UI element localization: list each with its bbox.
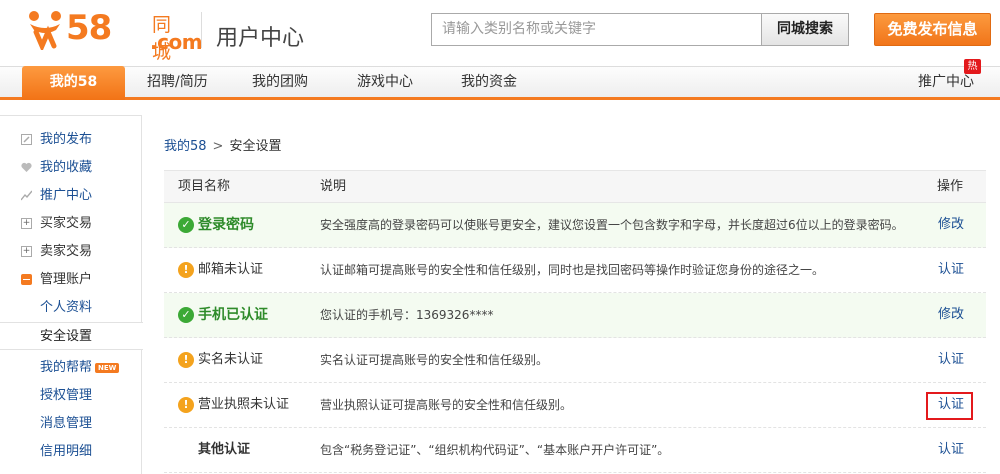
search-button[interactable]: 同城搜索 <box>761 13 849 46</box>
sidebar-item-label: 安全设置 <box>40 329 93 344</box>
warning-circle-icon: ! <box>178 262 194 278</box>
sidebar-item-profile[interactable]: 个人资料 <box>0 294 142 322</box>
new-badge: NEW <box>95 363 120 373</box>
sidebar-item-manage-account[interactable]: 管理账户 <box>0 266 142 294</box>
sidebar-item-label: 信用明细 <box>40 444 93 459</box>
row-description: 认证邮箱可提高账号的安全性和信任级别，同时也是找回密码等操作时验证您身份的途径之… <box>320 263 825 277</box>
sidebar-item-seller-trade[interactable]: + 卖家交易 <box>0 238 142 266</box>
breadcrumb: 我的58 > 安全设置 <box>164 135 281 154</box>
nav-tab-jobs[interactable]: 招聘/简历 <box>147 67 208 98</box>
verify-email-link[interactable]: 认证 <box>938 248 964 292</box>
row-description: 安全强度高的登录密码可以使账号更安全，建议您设置一个包含数字和字母，并长度超过6… <box>320 218 904 232</box>
row-description: 营业执照认证可提高账号的安全性和信任级别。 <box>320 398 573 412</box>
chart-icon <box>21 190 32 201</box>
modify-password-link[interactable]: 修改 <box>938 203 964 247</box>
breadcrumb-current: 安全设置 <box>229 139 282 154</box>
sidebar-item-promo[interactable]: 推广中心 <box>0 182 142 210</box>
nav-tab-funds[interactable]: 我的资金 <box>461 67 517 98</box>
row-name: 营业执照未认证 <box>198 397 290 412</box>
sidebar-item-label: 我的帮帮 <box>40 360 93 375</box>
heart-icon <box>21 162 32 172</box>
sidebar-item-buyer-trade[interactable]: + 买家交易 <box>0 210 142 238</box>
sidebar-item-credit[interactable]: 信用明细 <box>0 438 142 466</box>
column-header-desc: 说明 <box>320 179 347 194</box>
sidebar-item-label: 我的收藏 <box>40 160 93 175</box>
sidebar-item-my-posts[interactable]: 我的发布 <box>0 126 142 154</box>
row-name: 登录密码 <box>198 217 254 233</box>
check-circle-icon: ✓ <box>178 217 194 233</box>
sidebar-item-label: 买家交易 <box>40 216 93 231</box>
logo-domain: .com <box>150 30 203 54</box>
table-row: ! 实名未认证 实名认证可提高账号的安全性和信任级别。 认证 <box>164 338 986 383</box>
table-row: ✓ 登录密码 安全强度高的登录密码可以使账号更安全，建议您设置一个包含数字和字母… <box>164 203 986 248</box>
breadcrumb-root-link[interactable]: 我的58 <box>164 139 207 154</box>
edit-icon <box>21 134 32 145</box>
table-row: ! 邮箱未认证 认证邮箱可提高账号的安全性和信任级别，同时也是找回密码等操作时验… <box>164 248 986 293</box>
row-description: 包含“税务登记证”、“组织机构代码证”、“基本账户开户许可证”。 <box>320 443 670 457</box>
warning-circle-icon: ! <box>178 352 194 368</box>
modify-phone-link[interactable]: 修改 <box>938 293 964 337</box>
sidebar-item-label: 管理账户 <box>40 272 93 287</box>
collapse-minus-icon[interactable] <box>21 274 32 285</box>
row-name: 手机已认证 <box>198 307 268 323</box>
sidebar-item-my-bangbang[interactable]: 我的帮帮 NEW <box>0 354 142 382</box>
post-free-button[interactable]: 免费发布信息 <box>874 13 991 46</box>
site-logo[interactable]: 58 同城 .com <box>26 6 203 63</box>
hot-badge: 热 <box>964 59 981 74</box>
expand-plus-icon[interactable]: + <box>21 218 32 229</box>
row-name: 邮箱未认证 <box>198 262 264 277</box>
nav-tab-games[interactable]: 游戏中心 <box>357 67 413 98</box>
column-header-name: 项目名称 <box>178 179 231 194</box>
search-input[interactable]: 请输入类别名称或关键字 <box>431 13 761 46</box>
sidebar-item-messages[interactable]: 消息管理 <box>0 410 142 438</box>
verify-realname-link[interactable]: 认证 <box>938 338 964 382</box>
sidebar: 我的发布 我的收藏 推广中心 + 买家交易 + 卖家交易 管理账户 个人资料 安… <box>0 115 143 474</box>
security-settings-table: 项目名称 说明 操作 ✓ 登录密码 安全强度高的登录密码可以使账号更安全，建议您… <box>164 170 986 473</box>
sidebar-item-authorization[interactable]: 授权管理 <box>0 382 142 410</box>
sidebar-item-label: 消息管理 <box>40 416 93 431</box>
nav-tab-my58[interactable]: 我的58 <box>22 66 125 100</box>
sidebar-item-label: 授权管理 <box>40 388 93 403</box>
row-name: 实名未认证 <box>198 352 264 367</box>
table-row: ✓ 手机已认证 您认证的手机号：1369326**** 修改 <box>164 293 986 338</box>
breadcrumb-separator: > <box>212 139 224 154</box>
warning-circle-icon: ! <box>178 397 194 413</box>
table-header: 项目名称 说明 操作 <box>164 170 986 203</box>
check-circle-icon: ✓ <box>178 307 194 323</box>
logo-mark-icon <box>29 11 61 50</box>
expand-plus-icon[interactable]: + <box>21 246 32 257</box>
column-header-action: 操作 <box>937 179 964 194</box>
logo-number: 58 <box>66 8 112 48</box>
main-nav: 我的58 招聘/简历 我的团购 游戏中心 我的资金 推广中心 热 <box>0 59 1000 100</box>
sidebar-item-label: 卖家交易 <box>40 244 93 259</box>
verify-other-link[interactable]: 认证 <box>938 428 964 472</box>
sidebar-item-favorites[interactable]: 我的收藏 <box>0 154 142 182</box>
sidebar-item-label: 推广中心 <box>40 188 93 203</box>
sidebar-item-label: 我的发布 <box>40 132 93 147</box>
table-row: ! 营业执照未认证 营业执照认证可提高账号的安全性和信任级别。 认证 <box>164 383 986 428</box>
sidebar-item-label: 个人资料 <box>40 300 93 315</box>
page-title: 用户中心 <box>216 26 305 51</box>
site-header: 58 同城 .com 用户中心 请输入类别名称或关键字 同城搜索 免费发布信息 <box>0 0 1000 66</box>
sidebar-item-security[interactable]: 安全设置 <box>0 322 143 350</box>
header-divider <box>201 12 202 48</box>
table-row: 其他认证 包含“税务登记证”、“组织机构代码证”、“基本账户开户许可证”。 认证 <box>164 428 986 473</box>
verify-license-link[interactable]: 认证 <box>938 383 964 427</box>
row-description: 实名认证可提高账号的安全性和信任级别。 <box>320 353 549 367</box>
row-description: 您认证的手机号：1369326**** <box>320 308 494 322</box>
nav-tab-groupbuy[interactable]: 我的团购 <box>252 67 308 98</box>
row-name: 其他认证 <box>198 442 251 457</box>
